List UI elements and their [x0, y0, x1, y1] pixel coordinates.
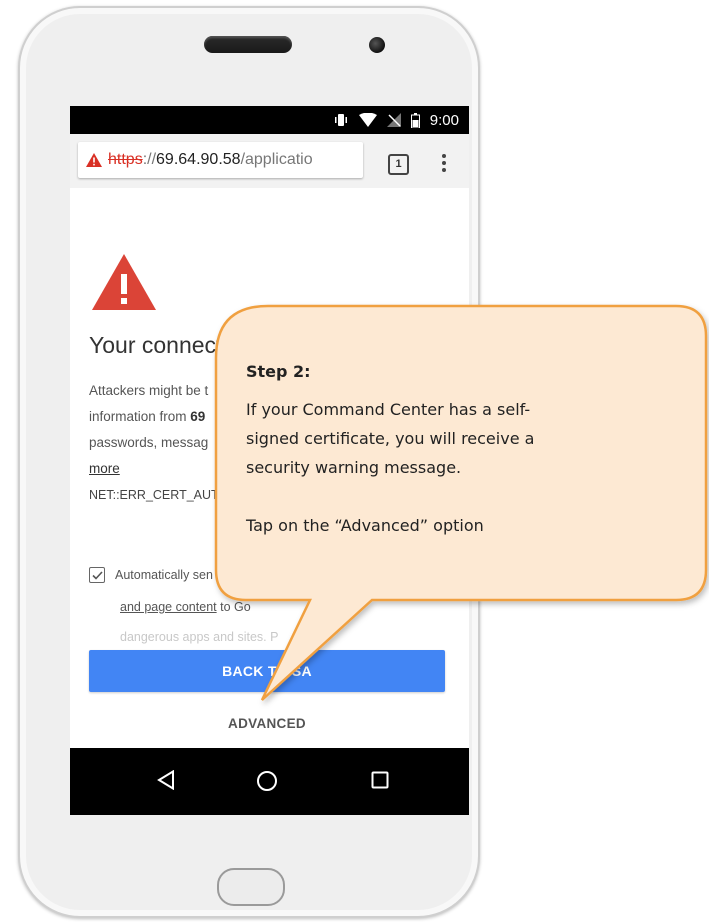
- not-secure-warning-icon: [86, 153, 102, 167]
- checkmark-icon: [91, 570, 103, 580]
- callout-text: Step 2: If your Command Center has a sel…: [246, 362, 666, 540]
- status-bar: 9:00: [70, 106, 469, 134]
- advanced-button[interactable]: ADVANCED: [189, 716, 345, 731]
- tab-switcher-button[interactable]: 1: [388, 154, 409, 175]
- checkbox-label: Automatically sen: [115, 568, 213, 582]
- callout-title: Step 2:: [246, 362, 311, 381]
- checkbox-detail: and page content to Go: [120, 600, 251, 614]
- nav-back-icon[interactable]: [157, 770, 175, 790]
- url-scheme: https: [108, 151, 143, 168]
- speaker-grille: [204, 36, 292, 53]
- callout-body: If your Command Center has a self- signe…: [246, 400, 535, 535]
- browser-toolbar: https://69.64.90.58/applicatio 1: [70, 134, 469, 189]
- url-path: /applicatio: [240, 151, 313, 168]
- back-to-safety-button[interactable]: BACK TO SA: [89, 650, 445, 692]
- vibrate-icon: [334, 114, 347, 126]
- home-button[interactable]: [217, 868, 285, 906]
- report-checkbox-row[interactable]: Automatically sen: [89, 567, 213, 583]
- front-camera: [369, 37, 385, 53]
- android-nav-bar: [70, 748, 469, 815]
- url-separator: ://: [142, 151, 157, 168]
- host-highlight: 69: [190, 409, 206, 424]
- report-checkbox[interactable]: [89, 567, 105, 583]
- status-time: 9:00: [429, 111, 459, 129]
- no-signal-icon: [386, 113, 401, 127]
- checkbox-detail-faded: dangerous apps and sites. P: [120, 630, 279, 644]
- overflow-menu-icon[interactable]: [441, 154, 447, 174]
- page-title: Your connect: [89, 332, 223, 358]
- address-bar[interactable]: https://69.64.90.58/applicatio: [78, 142, 363, 178]
- nav-home-icon[interactable]: [256, 770, 278, 792]
- warning-triangle-icon: [92, 254, 156, 310]
- nav-recents-icon[interactable]: [371, 771, 389, 789]
- battery-icon: [410, 112, 420, 128]
- learn-more-link[interactable]: more: [89, 461, 120, 476]
- url-host: 69.64.90.58: [156, 151, 241, 168]
- wifi-icon: [358, 113, 377, 127]
- page-content-link[interactable]: and page content: [120, 600, 217, 614]
